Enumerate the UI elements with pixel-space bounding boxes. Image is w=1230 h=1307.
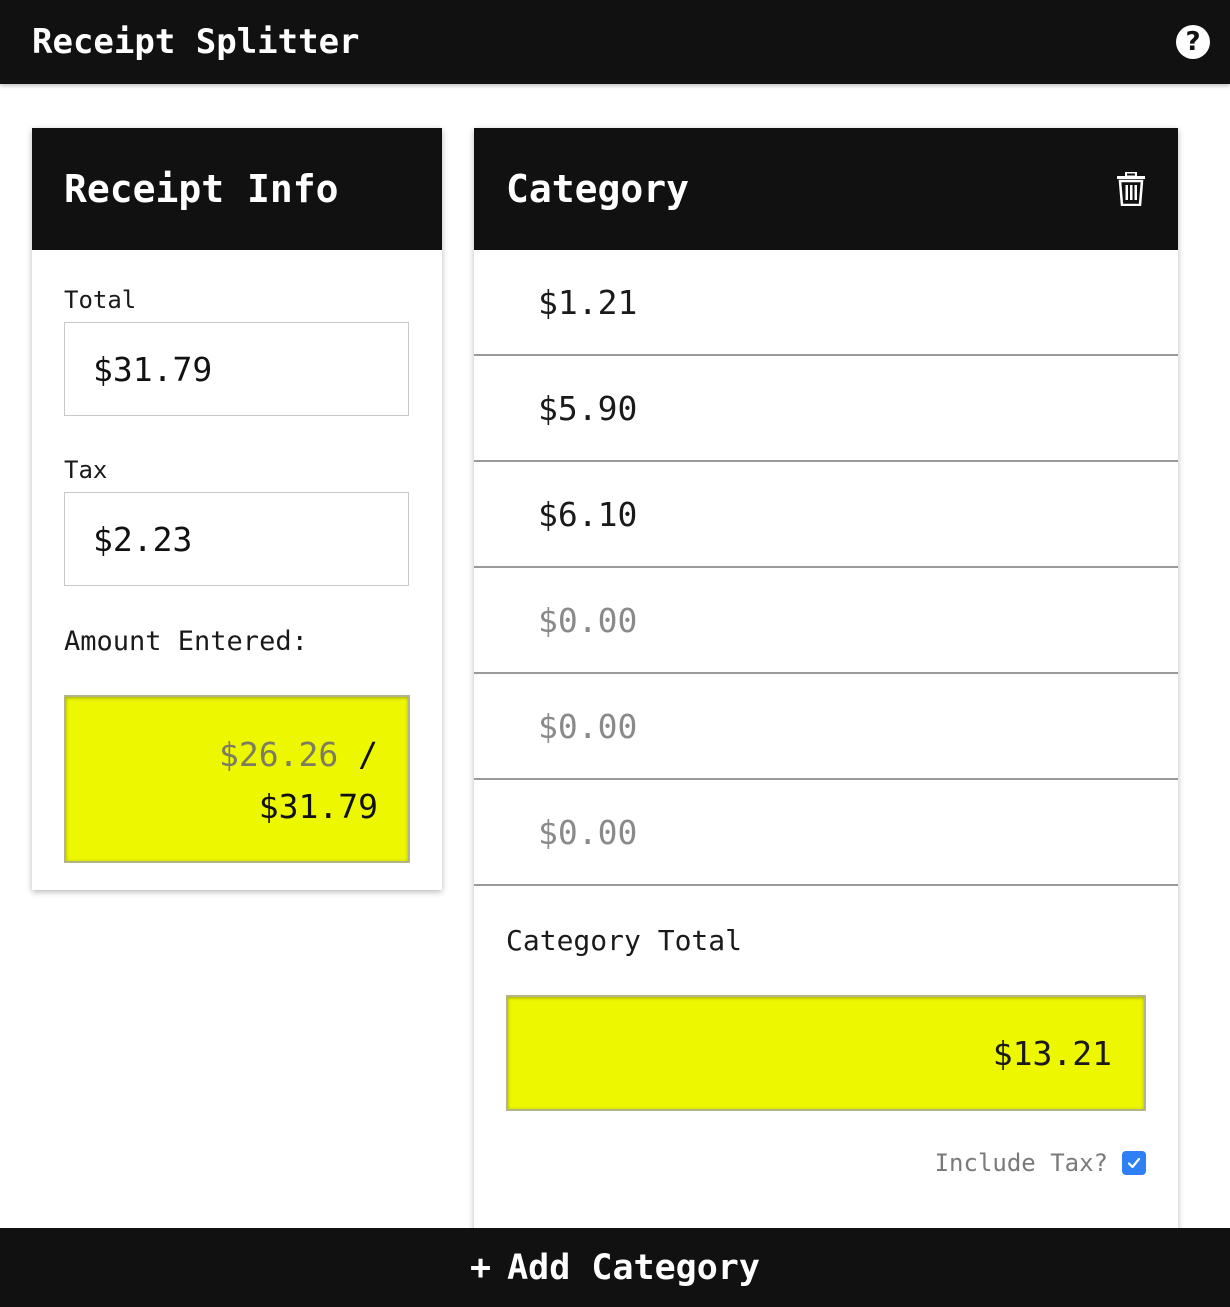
include-tax-row: Include Tax? <box>506 1149 1146 1177</box>
category-item-input[interactable]: $0.00 <box>474 568 1178 674</box>
amount-entered-value: $26.26 <box>219 735 339 774</box>
receipt-info-title: Receipt Info <box>64 167 339 211</box>
category-item-input[interactable]: $1.21 <box>474 250 1178 356</box>
category-item-input[interactable]: $0.00 <box>474 780 1178 886</box>
tax-input[interactable]: $2.23 <box>64 492 409 586</box>
checkmark-icon <box>1127 1157 1141 1169</box>
category-item-list: $1.21 $5.90 $6.10 $0.00 $0.00 $0.00 <box>474 250 1178 886</box>
amount-entered-display: $26.26 / $31.79 <box>64 695 410 863</box>
question-circle-icon[interactable]: ? <box>1176 25 1210 59</box>
include-tax-label: Include Tax? <box>934 1149 1108 1177</box>
category-header: Category <box>474 128 1178 250</box>
amount-separator: / <box>358 735 378 774</box>
receipt-info-header: Receipt Info <box>32 128 442 250</box>
category-total-value: $13.21 <box>992 1033 1112 1073</box>
add-category-button[interactable]: + Add Category <box>0 1228 1230 1307</box>
receipt-info-card: Receipt Info Total $31.79 Tax $2.23 Amou… <box>32 128 442 890</box>
category-item-input[interactable]: $0.00 <box>474 674 1178 780</box>
amount-total-value: $31.79 <box>258 787 378 826</box>
category-title: Category <box>506 167 690 211</box>
app-title: Receipt Splitter <box>32 22 360 62</box>
trash-icon[interactable] <box>1116 172 1146 206</box>
category-item-input[interactable]: $6.10 <box>474 462 1178 568</box>
category-item-input[interactable]: $5.90 <box>474 356 1178 462</box>
category-total-label: Category Total <box>506 924 743 957</box>
include-tax-checkbox[interactable] <box>1122 1151 1146 1175</box>
total-input[interactable]: $31.79 <box>64 322 409 416</box>
add-category-label: Add Category <box>507 1247 760 1288</box>
top-bar: Receipt Splitter ? <box>0 0 1230 84</box>
category-total-display: $13.21 <box>506 995 1146 1111</box>
tax-label: Tax <box>64 456 108 484</box>
amount-entered-label: Amount Entered: <box>64 626 308 657</box>
category-card: Category $1.21 $5.90 $6.10 $0.00 $0.00 $… <box>474 128 1178 1248</box>
plus-icon: + <box>470 1247 492 1288</box>
total-label: Total <box>64 286 137 314</box>
